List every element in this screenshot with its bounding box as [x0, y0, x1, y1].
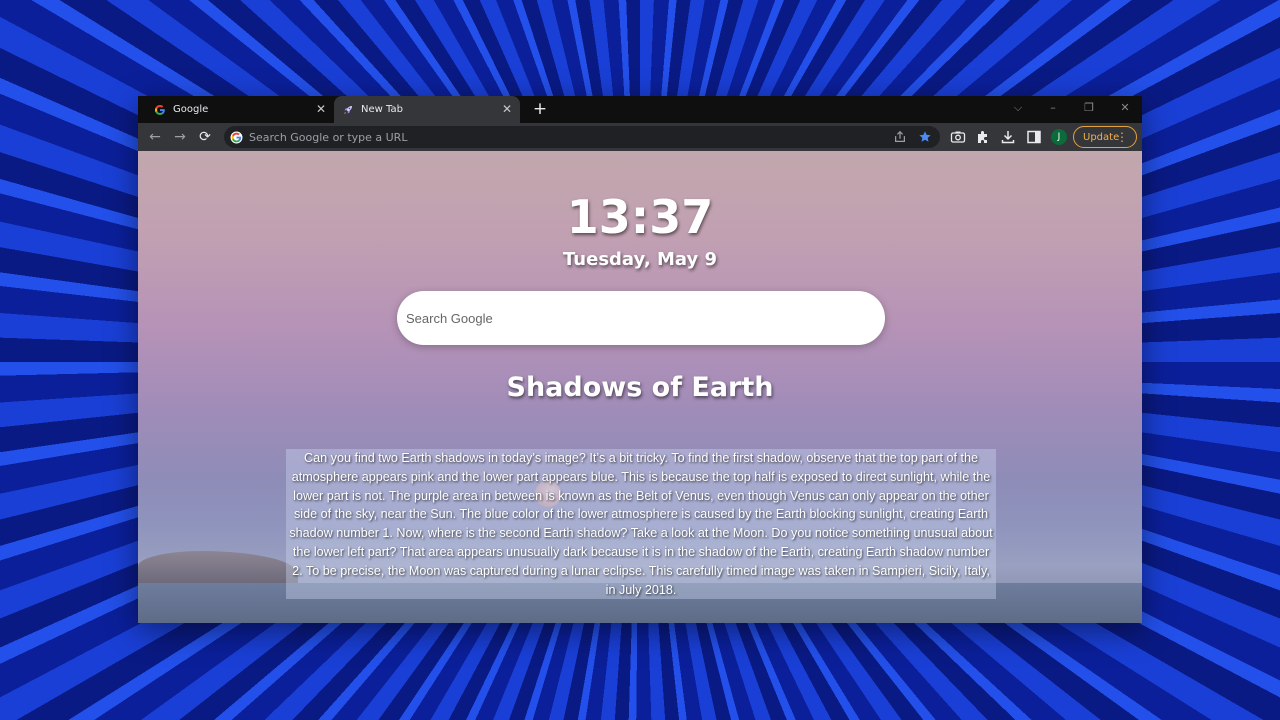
- clock-time: 13:37: [566, 190, 714, 244]
- tab-title: New Tab: [361, 104, 403, 115]
- side-panel-icon[interactable]: [1026, 129, 1042, 145]
- restore-button[interactable]: ❐: [1081, 101, 1097, 115]
- back-button[interactable]: ←: [146, 128, 164, 146]
- bookmark-star-icon[interactable]: [918, 130, 932, 144]
- close-tab-icon[interactable]: ✕: [316, 102, 326, 116]
- omnibox-input[interactable]: [249, 130, 849, 144]
- tab-search-chevron-icon[interactable]: ⌵: [1010, 101, 1026, 115]
- image-description: Can you find two Earth shadows in today’…: [286, 449, 996, 600]
- update-label: Update: [1083, 131, 1120, 143]
- close-window-button[interactable]: ✕: [1117, 101, 1133, 115]
- image-title: Shadows of Earth: [506, 372, 774, 403]
- google-g-icon: [155, 104, 165, 115]
- google-g-icon: [230, 131, 243, 143]
- minimize-button[interactable]: –: [1045, 101, 1061, 115]
- search-input[interactable]: [397, 291, 885, 345]
- tab-strip: Google ✕ New Tab ✕ + ⌵ – ❐ ✕: [138, 96, 1142, 123]
- update-button[interactable]: Update ⋮: [1073, 126, 1137, 148]
- tab-new-tab[interactable]: New Tab ✕: [334, 96, 520, 123]
- extensions-puzzle-icon[interactable]: [975, 129, 991, 145]
- browser-toolbar: ← → ⟳ Search Google or type a URL J Upda…: [138, 123, 1142, 151]
- screenshot-camera-icon[interactable]: [950, 129, 966, 145]
- omnibox[interactable]: [224, 126, 940, 148]
- tab-google[interactable]: Google ✕: [146, 96, 334, 123]
- rocket-icon: [344, 105, 352, 114]
- close-tab-icon[interactable]: ✕: [502, 102, 512, 116]
- forward-button[interactable]: →: [171, 128, 189, 146]
- downloads-icon[interactable]: [1000, 129, 1016, 145]
- tab-title: Google: [173, 104, 209, 115]
- profile-avatar[interactable]: J: [1051, 129, 1067, 145]
- new-tab-button[interactable]: +: [530, 99, 550, 119]
- reload-button[interactable]: ⟳: [196, 128, 214, 146]
- new-tab-page: 13:37 Tuesday, May 9 Shadows of Earth Ca…: [138, 151, 1142, 623]
- more-vertical-icon: ⋮: [1116, 130, 1128, 144]
- share-icon[interactable]: [893, 130, 907, 144]
- browser-window: Google ✕ New Tab ✕ + ⌵ – ❐ ✕ ← → ⟳ Searc…: [138, 96, 1142, 623]
- clock-date: Tuesday, May 9: [563, 249, 717, 270]
